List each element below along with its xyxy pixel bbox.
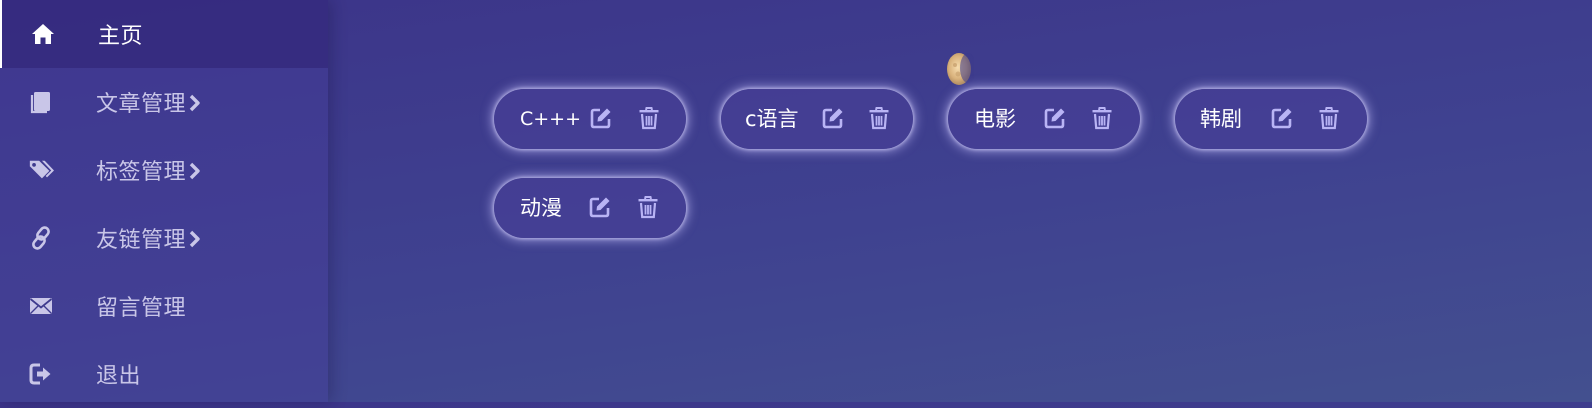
trash-icon[interactable]	[866, 105, 892, 131]
tag-chip: 电影	[948, 89, 1140, 149]
tag-chip: 动漫	[494, 178, 686, 238]
edit-icon[interactable]	[1269, 105, 1295, 131]
sidebar-item-label: 文章管理	[96, 91, 187, 117]
sidebar-item-messages[interactable]: 留言管理	[0, 272, 328, 340]
sidebar: 主页 文章管理 标签管理 友链管理 留言管理 退出	[0, 0, 328, 402]
edit-icon[interactable]	[588, 105, 614, 131]
trash-icon[interactable]	[636, 105, 662, 131]
tag-chip: C+++	[494, 89, 686, 149]
chevron-right-icon	[188, 93, 202, 119]
tag-chip: c语言	[721, 89, 913, 149]
edit-icon[interactable]	[820, 105, 846, 131]
envelope-icon	[27, 292, 55, 320]
home-icon	[29, 20, 57, 48]
sidebar-item-label: 标签管理	[96, 159, 187, 185]
trash-icon[interactable]	[1316, 105, 1342, 131]
sidebar-item-label: 退出	[96, 364, 142, 389]
sidebar-item-logout[interactable]: 退出	[0, 340, 328, 408]
tag-name: c语言	[745, 107, 799, 131]
sidebar-item-articles[interactable]: 文章管理	[0, 68, 328, 136]
sidebar-item-label: 友链管理	[96, 227, 187, 253]
sidebar-item-label: 主页	[98, 24, 144, 49]
tag-name: C+++	[520, 108, 582, 130]
trash-icon[interactable]	[1089, 105, 1115, 131]
tag-name: 韩剧	[1200, 107, 1242, 131]
chevron-right-icon	[188, 161, 202, 187]
link-icon	[27, 224, 55, 252]
tag-chip: 韩剧	[1175, 89, 1367, 149]
book-icon	[27, 88, 55, 116]
logout-icon	[27, 360, 55, 388]
tags-icon	[27, 156, 55, 184]
moon-image	[946, 51, 976, 87]
chevron-right-icon	[188, 229, 202, 255]
tag-name: 电影	[974, 107, 1016, 131]
sidebar-item-links[interactable]: 友链管理	[0, 204, 328, 272]
edit-icon[interactable]	[1042, 105, 1068, 131]
tag-name: 动漫	[520, 196, 562, 220]
edit-icon[interactable]	[587, 194, 613, 220]
sidebar-item-home[interactable]: 主页	[0, 0, 328, 68]
trash-icon[interactable]	[635, 194, 661, 220]
sidebar-item-label: 留言管理	[96, 296, 187, 321]
sidebar-item-tags[interactable]: 标签管理	[0, 136, 328, 204]
